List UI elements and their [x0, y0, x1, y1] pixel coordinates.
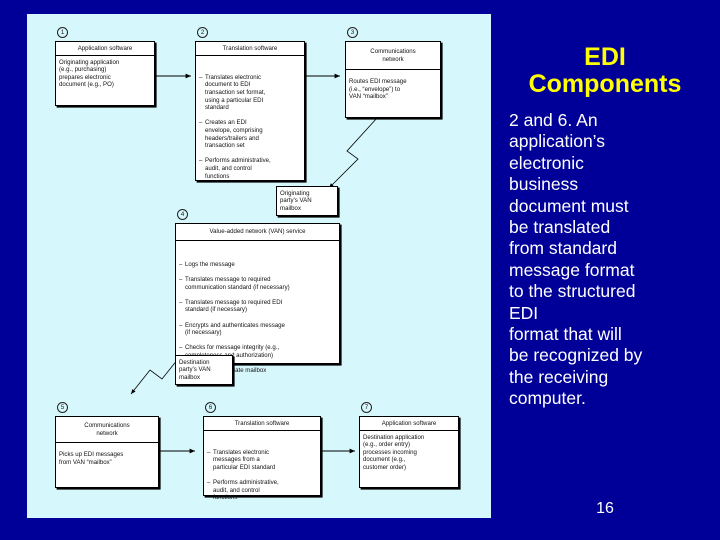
flow-box-communications-network-3: Communications network Routes EDI messag… [345, 41, 441, 118]
flow-box-2-bullet: Creates an EDI envelope, comprising head… [199, 119, 301, 149]
flow-box-2-bullet: Performs administrative, audit, and cont… [199, 157, 301, 180]
edi-flow-diagram: 1 Application software Originating appli… [27, 14, 491, 518]
flow-box-4-header: Value-added network (VAN) service [176, 224, 339, 241]
flow-box-4-bullet: Translates message to required EDI stand… [179, 299, 336, 314]
flow-box-application-software-7: Application software Destination applica… [359, 416, 459, 488]
flow-box-2-bullet: Translates electronic document to EDI tr… [199, 74, 301, 112]
flow-box-2-header: Translation software [196, 42, 304, 56]
flow-box-1-body: Originating application (e.g., purchasin… [59, 58, 120, 89]
slide-root: 1 Application software Originating appli… [0, 0, 720, 540]
flow-box-4-bullet: Encrypts and authenticates message (if n… [179, 322, 336, 337]
page-title: EDI Components [528, 43, 682, 98]
flow-box-6-bullet: Performs administrative, audit, and cont… [207, 479, 317, 502]
step-number-2: 2 [197, 27, 208, 38]
slide-body-text: 2 and 6. An application’s electronic bus… [509, 110, 643, 409]
flow-box-7-body: Destination application (e.g., order ent… [363, 433, 425, 471]
flow-box-translation-software-2: Translation software Translates electron… [195, 41, 305, 181]
flow-box-van-service-4: Value-added network (VAN) service Logs t… [175, 223, 340, 374]
step-number-7: 7 [361, 402, 372, 413]
flow-box-6-bullet-list: Translates electronic messages from a pa… [207, 441, 317, 509]
flow-box-2-body: Translates electronic document to EDI tr… [196, 56, 304, 199]
step-number-3: 3 [347, 27, 358, 38]
step-number-5: 5 [57, 402, 68, 413]
flow-box-4-bullet: Logs the message [179, 261, 336, 269]
flow-box-6-header: Translation software [204, 417, 320, 431]
flow-box-3-header: Communications network [346, 42, 440, 71]
flow-box-application-software-1: Application software Originating applica… [55, 41, 155, 106]
flow-box-3-body: Routes EDI message (i.e., “envelope”) to… [349, 78, 407, 101]
flow-box-4-bullet: Translates message to required communica… [179, 276, 336, 291]
flow-box-6-body: Translates electronic messages from a pa… [204, 431, 320, 518]
step-number-1: 1 [57, 27, 68, 38]
flow-box-communications-network-5: Communications network Picks up EDI mess… [55, 416, 159, 488]
flow-box-translation-software-6: Translation software Translates electron… [203, 416, 321, 501]
step-number-4: 4 [177, 209, 188, 220]
flow-box-5-body: Picks up EDI messages from VAN “mailbox” [59, 451, 124, 466]
flow-box-2-bullet-list: Translates electronic document to EDI tr… [199, 66, 301, 188]
flow-box-7-header: Application software [360, 417, 458, 431]
mailbox-originating-party: Originating party’s VAN mailbox [276, 186, 338, 216]
flow-box-6-bullet: Translates electronic messages from a pa… [207, 449, 317, 472]
flow-box-1-header: Application software [56, 42, 154, 56]
mailbox-destination-party: Destination party’s VAN mailbox [175, 355, 233, 385]
flow-box-5-header: Communications network [56, 417, 158, 444]
slide-number: 16 [596, 500, 614, 517]
step-number-6: 6 [205, 402, 216, 413]
slide-text-column: EDI Components 2 and 6. An application’s… [497, 22, 713, 518]
